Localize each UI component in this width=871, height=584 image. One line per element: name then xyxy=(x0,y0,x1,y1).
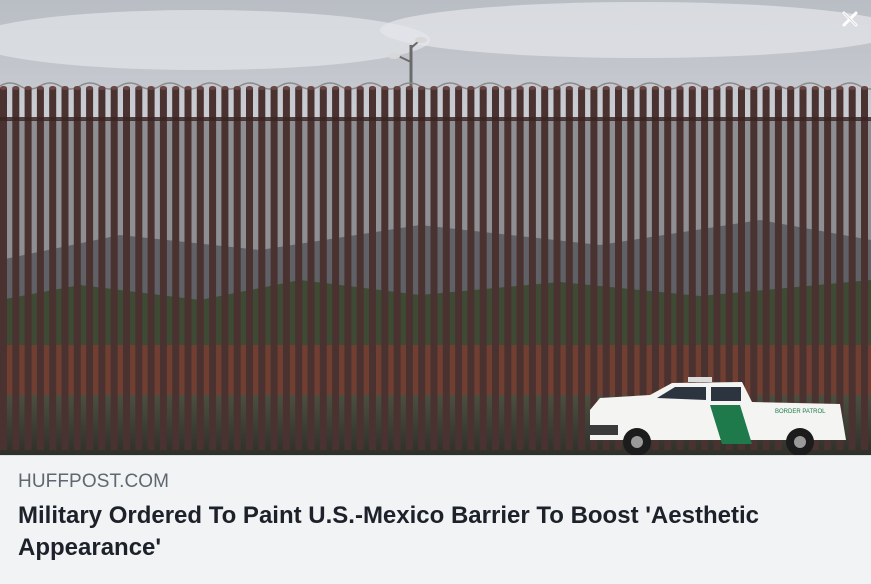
source-domain: HUFFPOST.COM xyxy=(18,471,170,492)
close-icon xyxy=(842,11,858,27)
close-button[interactable] xyxy=(839,8,861,30)
link-preview-card[interactable]: BORDER PATROL HUFFPOST.COM Military Orde… xyxy=(0,0,871,584)
link-preview-meta[interactable]: HUFFPOST.COM Military Ordered To Paint U… xyxy=(0,455,871,584)
svg-text:BORDER PATROL: BORDER PATROL xyxy=(775,409,826,415)
article-headline[interactable]: Military Ordered To Paint U.S.-Mexico Ba… xyxy=(18,500,853,564)
article-image[interactable]: BORDER PATROL xyxy=(0,0,871,455)
